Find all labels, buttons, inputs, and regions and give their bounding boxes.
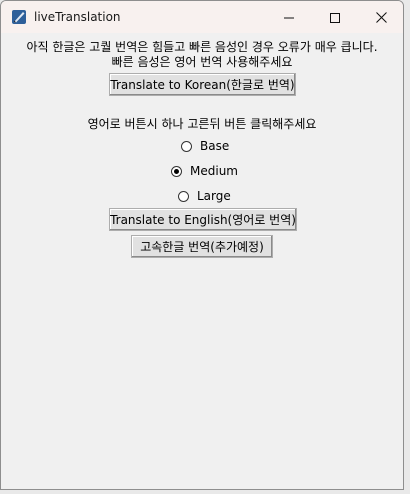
translate-to-korean-button[interactable]: Translate to Korean(한글로 번역)	[109, 73, 296, 96]
close-icon	[375, 8, 387, 27]
radio-large-indicator[interactable]	[178, 190, 189, 202]
minimize-button[interactable]	[266, 1, 312, 33]
title-bar[interactable]: liveTranslation	[1, 1, 403, 33]
radio-medium-indicator[interactable]	[171, 165, 182, 177]
feather-pen-icon	[11, 9, 27, 25]
maximize-icon	[330, 8, 340, 27]
translate-to-english-button[interactable]: Translate to English(영어로 번역)	[109, 208, 297, 231]
window-title: liveTranslation	[34, 10, 121, 24]
radio-base-indicator[interactable]	[181, 140, 192, 152]
close-button[interactable]	[358, 1, 403, 33]
main-content: 아직 한글은 고퀄 번역은 힘들고 빠른 음성인 경우 오류가 매우 큽니다. …	[1, 33, 403, 489]
radio-large-label: Large	[197, 189, 231, 203]
instruction-text: 영어로 버튼시 하나 고른뒤 버튼 클릭해주세요	[87, 117, 317, 131]
app-window: liveTranslation 아직 한글은 고퀄 번역은 힘들고 빠른 음성인…	[0, 0, 404, 490]
radio-base[interactable]: Base	[181, 138, 229, 154]
notice-line-2: 빠른 음성은 영어 번역 사용해주세요	[111, 55, 293, 69]
radio-medium-label: Medium	[190, 164, 238, 178]
maximize-button[interactable]	[312, 1, 358, 33]
minimize-icon	[284, 8, 294, 27]
radio-medium[interactable]: Medium	[171, 163, 238, 179]
fast-korean-translation-button[interactable]: 고속한글 번역(추가예정)	[131, 235, 273, 258]
radio-base-label: Base	[200, 139, 230, 153]
radio-large[interactable]: Large	[178, 188, 231, 204]
